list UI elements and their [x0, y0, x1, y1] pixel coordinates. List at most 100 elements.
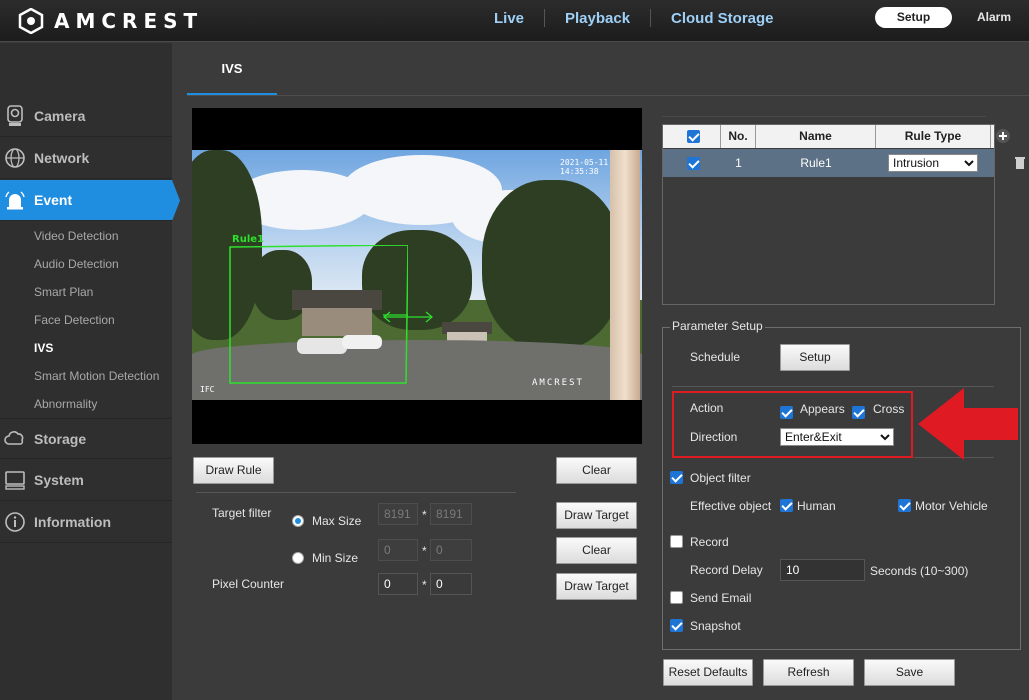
pixel-counter-height[interactable]: 0: [430, 573, 472, 595]
motor-vehicle-checkbox[interactable]: [898, 499, 911, 512]
nav-playback[interactable]: Playback: [565, 10, 630, 27]
row-no: 1: [735, 156, 742, 170]
record-delay-label: Record Delay: [690, 563, 763, 577]
appears-checkbox[interactable]: [780, 406, 793, 419]
max-size-radio[interactable]: [292, 515, 304, 527]
sidebar-item-label: Camera: [34, 108, 86, 124]
rule-type-select[interactable]: Intrusion: [888, 154, 978, 172]
effective-object-label: Effective object: [690, 499, 772, 513]
motor-vehicle-label: Motor Vehicle: [915, 499, 988, 513]
record-delay-input[interactable]: 10: [780, 559, 865, 581]
clear-rule-button[interactable]: Clear: [556, 457, 637, 484]
action-label: Action: [690, 401, 724, 415]
min-size-label: Min Size: [312, 551, 359, 565]
max-size-label: Max Size: [312, 514, 362, 528]
sidebar-item-event[interactable]: Event: [0, 180, 180, 221]
alarm-bell-icon: [4, 189, 26, 211]
tab-ivs[interactable]: IVS: [187, 43, 277, 96]
times-symbol: *: [422, 544, 427, 558]
draw-target-max-button[interactable]: Draw Target: [556, 502, 637, 529]
send-email-checkbox[interactable]: [670, 591, 683, 604]
snapshot-checkbox[interactable]: [670, 619, 683, 632]
object-filter-label: Object filter: [690, 471, 751, 485]
column-header-rule-type: Rule Type: [876, 125, 991, 148]
globe-icon: [4, 147, 26, 169]
record-label: Record: [690, 535, 729, 549]
times-symbol: *: [422, 578, 427, 592]
chevron-down-icon: [964, 160, 974, 167]
chevron-down-icon: [880, 434, 890, 441]
select-all-checkbox[interactable]: [687, 130, 700, 143]
sidebar-subitem-audio-detection[interactable]: Audio Detection: [34, 257, 119, 271]
pixel-counter-width[interactable]: 0: [378, 573, 418, 595]
min-width-input[interactable]: 0: [378, 539, 418, 561]
nav-setup-button[interactable]: Setup: [875, 7, 952, 28]
target-filter-label: Target filter: [212, 506, 272, 520]
add-rule-icon[interactable]: [995, 128, 1011, 144]
sidebar-item-information[interactable]: Information: [0, 502, 172, 543]
brand-name: AMCREST: [54, 9, 204, 33]
sidebar-subitem-smart-plan[interactable]: Smart Plan: [34, 285, 93, 299]
human-checkbox[interactable]: [780, 499, 793, 512]
appears-label: Appears: [800, 402, 845, 416]
max-height-input[interactable]: 8191: [430, 503, 472, 525]
parameter-setup-legend: Parameter Setup: [670, 319, 765, 333]
sidebar-item-label: Information: [34, 514, 111, 530]
rule-type-value: Intrusion: [893, 156, 940, 170]
record-delay-unit: Seconds (10~300): [870, 564, 969, 578]
direction-select[interactable]: Enter&Exit: [780, 428, 894, 446]
sidebar-item-label: Storage: [34, 430, 87, 447]
camera-scene: 2021-05-11 14:35:38 IFC AMCREST Rule1: [192, 150, 642, 400]
refresh-button[interactable]: Refresh: [763, 659, 854, 686]
save-button[interactable]: Save: [864, 659, 955, 686]
watermark-osd: AMCREST: [532, 378, 584, 388]
video-preview[interactable]: 2021-05-11 14:35:38 IFC AMCREST Rule1: [192, 108, 642, 444]
nav-cloud-storage[interactable]: Cloud Storage: [671, 10, 774, 27]
min-size-radio[interactable]: [292, 552, 304, 564]
sidebar-item-label: Event: [34, 192, 73, 208]
min-height-input[interactable]: 0: [430, 539, 472, 561]
sidebar-item-storage[interactable]: Storage: [0, 418, 172, 459]
delete-rule-icon[interactable]: [1014, 156, 1026, 170]
sidebar-item-system[interactable]: System: [0, 460, 172, 501]
sidebar-item-label: Network: [34, 150, 90, 166]
sidebar-subitem-abnormality[interactable]: Abnormality: [34, 397, 97, 411]
pixel-counter-label: Pixel Counter: [212, 577, 285, 591]
channel-osd: IFC: [200, 385, 215, 394]
schedule-setup-button[interactable]: Setup: [780, 344, 850, 371]
record-checkbox[interactable]: [670, 535, 683, 548]
column-header-no: No.: [721, 125, 756, 148]
sidebar-item-network[interactable]: Network: [0, 138, 172, 179]
sidebar-subitem-smart-motion-detection[interactable]: Smart Motion Detection: [34, 369, 159, 383]
column-header-name: Name: [756, 125, 876, 148]
row-checkbox[interactable]: [687, 157, 700, 170]
human-label: Human: [797, 499, 836, 513]
table-row[interactable]: 1 Rule1 Intrusion: [663, 149, 1025, 177]
brand-logo: AMCREST: [18, 7, 203, 35]
rule-label-osd: Rule1: [232, 234, 264, 245]
info-icon: [4, 511, 26, 533]
timestamp-osd: 2021-05-11 14:35:38: [560, 158, 609, 176]
nav-live[interactable]: Live: [494, 10, 524, 27]
max-width-input[interactable]: 8191: [378, 503, 418, 525]
top-bar: AMCREST Live Playback Cloud Storage Setu…: [0, 0, 1029, 42]
direction-value: Enter&Exit: [785, 430, 842, 444]
snapshot-label: Snapshot: [690, 619, 741, 633]
nav-alarm[interactable]: Alarm: [977, 10, 1011, 24]
sidebar-subitem-face-detection[interactable]: Face Detection: [34, 313, 115, 327]
clear-target-button[interactable]: Clear: [556, 537, 637, 564]
object-filter-checkbox[interactable]: [670, 471, 683, 484]
amcrest-logo-icon: [18, 8, 44, 34]
tab-bar: IVS: [187, 43, 1029, 97]
cloud-icon: [4, 428, 26, 450]
sidebar-subitem-video-detection[interactable]: Video Detection: [34, 229, 119, 243]
sidebar-subitem-ivs[interactable]: IVS: [34, 341, 53, 355]
draw-rule-button[interactable]: Draw Rule: [193, 457, 274, 484]
draw-target-button[interactable]: Draw Target: [556, 573, 637, 600]
camera-icon: [4, 105, 26, 127]
schedule-label: Schedule: [690, 350, 741, 364]
reset-defaults-button[interactable]: Reset Defaults: [663, 659, 753, 686]
cross-checkbox[interactable]: [852, 406, 865, 419]
direction-label: Direction: [690, 430, 738, 444]
sidebar-item-camera[interactable]: Camera: [0, 96, 172, 137]
